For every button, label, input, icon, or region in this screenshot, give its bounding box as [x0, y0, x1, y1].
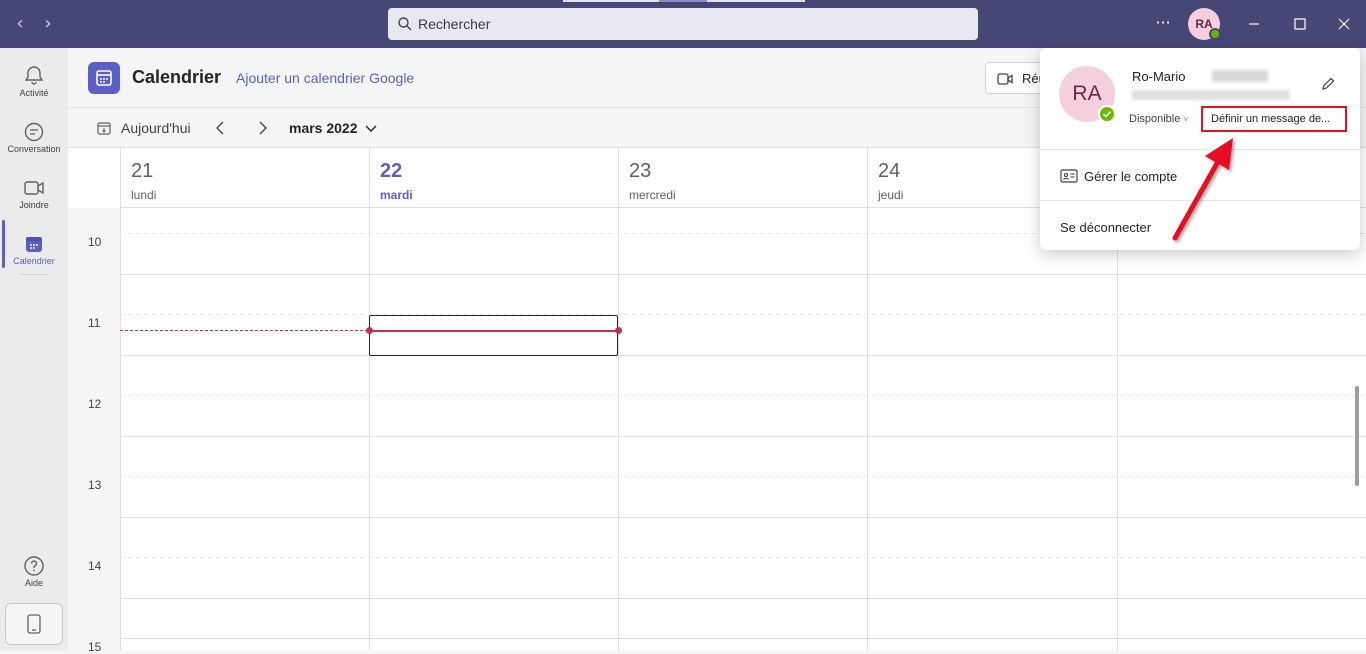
- forward-arrow-icon[interactable]: ›: [36, 12, 60, 36]
- availability-label: Disponible: [1129, 113, 1181, 125]
- day-header-wednesday[interactable]: 23 mercredi: [618, 148, 867, 208]
- status-available-icon: [1209, 28, 1221, 40]
- calendar-icon: [26, 237, 42, 252]
- hour-line: [120, 274, 1366, 275]
- current-time-dot: [366, 327, 373, 334]
- rail-item-label: Calendrier: [13, 256, 55, 266]
- day-number: 23: [629, 160, 652, 182]
- day-name: jeudi: [878, 188, 904, 202]
- video-icon: [997, 73, 1013, 85]
- rail-item-label: Activité: [19, 88, 49, 98]
- rail-active-indicator: [2, 220, 5, 268]
- rail-item-activity[interactable]: Activité: [0, 54, 68, 110]
- current-time-line-past: [120, 330, 369, 331]
- profile-name: Ro-Mario: [1132, 69, 1186, 84]
- hour-label: 14: [88, 559, 102, 573]
- set-status-message-label: Définir un message de...: [1211, 113, 1331, 125]
- rail-item-join[interactable]: Joindre: [0, 166, 68, 222]
- search-input[interactable]: Rechercher: [388, 8, 978, 40]
- back-arrow-icon[interactable]: ‹: [8, 12, 32, 36]
- hour-line: [120, 638, 1366, 639]
- time-gutter: 10 11 12 13 14 15: [68, 208, 120, 654]
- profile-email-redacted: [1132, 90, 1290, 100]
- id-card-icon: [1060, 169, 1078, 183]
- add-google-calendar-link[interactable]: Ajouter un calendrier Google: [236, 70, 414, 86]
- calendar-today-icon: [97, 122, 111, 135]
- half-hour-line: [120, 557, 1366, 558]
- selected-time-slot[interactable]: [369, 315, 618, 356]
- hour-label: 11: [88, 316, 101, 330]
- app-rail: Activité Conversation Joindre Calendrier…: [0, 48, 68, 651]
- chevron-down-icon[interactable]: [363, 120, 379, 136]
- status-available-icon: [1098, 105, 1116, 123]
- rail-item-label: Aide: [24, 578, 43, 588]
- title-bar: ‹ › Rechercher ··· RA: [0, 0, 1366, 48]
- rail-divider: [20, 274, 48, 275]
- edit-pencil-icon[interactable]: [1320, 76, 1336, 92]
- hour-label: 12: [88, 397, 102, 411]
- chevron-down-icon: ˅: [1183, 115, 1189, 124]
- day-header-tuesday[interactable]: 22 mardi: [369, 148, 618, 208]
- rail-item-conversation[interactable]: Conversation: [0, 110, 68, 166]
- manage-account-item[interactable]: Gérer le compte: [1084, 169, 1177, 184]
- profile-surname-redacted: [1212, 70, 1268, 82]
- hour-line: [120, 598, 1366, 599]
- hour-line: [120, 517, 1366, 518]
- day-header-monday[interactable]: 21 lundi: [120, 148, 369, 208]
- current-time-line: [369, 330, 618, 332]
- rail-item-label: Conversation: [7, 144, 61, 154]
- minimize-icon: [1249, 23, 1259, 25]
- video-icon: [24, 181, 44, 195]
- next-week-icon[interactable]: [252, 118, 272, 138]
- availability-dropdown[interactable]: Disponible ˅: [1129, 113, 1188, 125]
- hour-line: [120, 355, 1366, 356]
- sign-out-item[interactable]: Se déconnecter: [1060, 220, 1151, 235]
- hour-label: 13: [88, 478, 102, 492]
- half-hour-line: [120, 314, 1366, 315]
- day-number: 21: [131, 160, 154, 182]
- day-name: mercredi: [629, 188, 676, 202]
- hour-line: [120, 436, 1366, 437]
- help-icon: [24, 556, 44, 576]
- rail-item-label: Joindre: [19, 200, 49, 210]
- half-hour-line: [120, 476, 1366, 477]
- day-number: 22: [380, 160, 403, 182]
- maximize-button[interactable]: [1286, 10, 1314, 38]
- previous-week-icon[interactable]: [211, 118, 231, 138]
- search-placeholder: Rechercher: [418, 16, 491, 32]
- page-title: Calendrier: [132, 67, 222, 87]
- day-number: 24: [878, 160, 901, 182]
- search-icon: [398, 17, 412, 31]
- more-options-button[interactable]: ···: [1149, 9, 1177, 37]
- today-button-label: Aujourd'hui: [121, 120, 191, 136]
- minimize-button[interactable]: [1240, 10, 1268, 38]
- chat-icon: [24, 122, 44, 142]
- mobile-device-button[interactable]: [5, 603, 63, 645]
- day-name: lundi: [131, 188, 157, 202]
- rail-item-calendar[interactable]: Calendrier: [0, 222, 68, 278]
- month-selector[interactable]: mars 2022: [289, 120, 358, 136]
- phone-icon: [27, 614, 41, 634]
- top-tab-active: [659, 0, 707, 2]
- maximize-icon: [1294, 18, 1306, 30]
- vertical-scrollbar[interactable]: [1355, 386, 1359, 486]
- annotation-arrow-icon: [1172, 138, 1233, 241]
- close-icon: [1338, 18, 1350, 30]
- time-gutter-header: [68, 148, 120, 208]
- hour-label: 15: [88, 640, 102, 654]
- set-status-message-button[interactable]: Définir un message de...: [1201, 106, 1347, 132]
- current-time-dot: [615, 327, 622, 334]
- bell-icon: [24, 66, 44, 85]
- calendar-app-icon: [88, 62, 120, 94]
- hour-label: 10: [88, 235, 102, 249]
- half-hour-line: [120, 395, 1366, 396]
- day-name: mardi: [380, 188, 413, 202]
- close-button[interactable]: [1330, 10, 1358, 38]
- rail-item-help[interactable]: Aide: [0, 544, 68, 600]
